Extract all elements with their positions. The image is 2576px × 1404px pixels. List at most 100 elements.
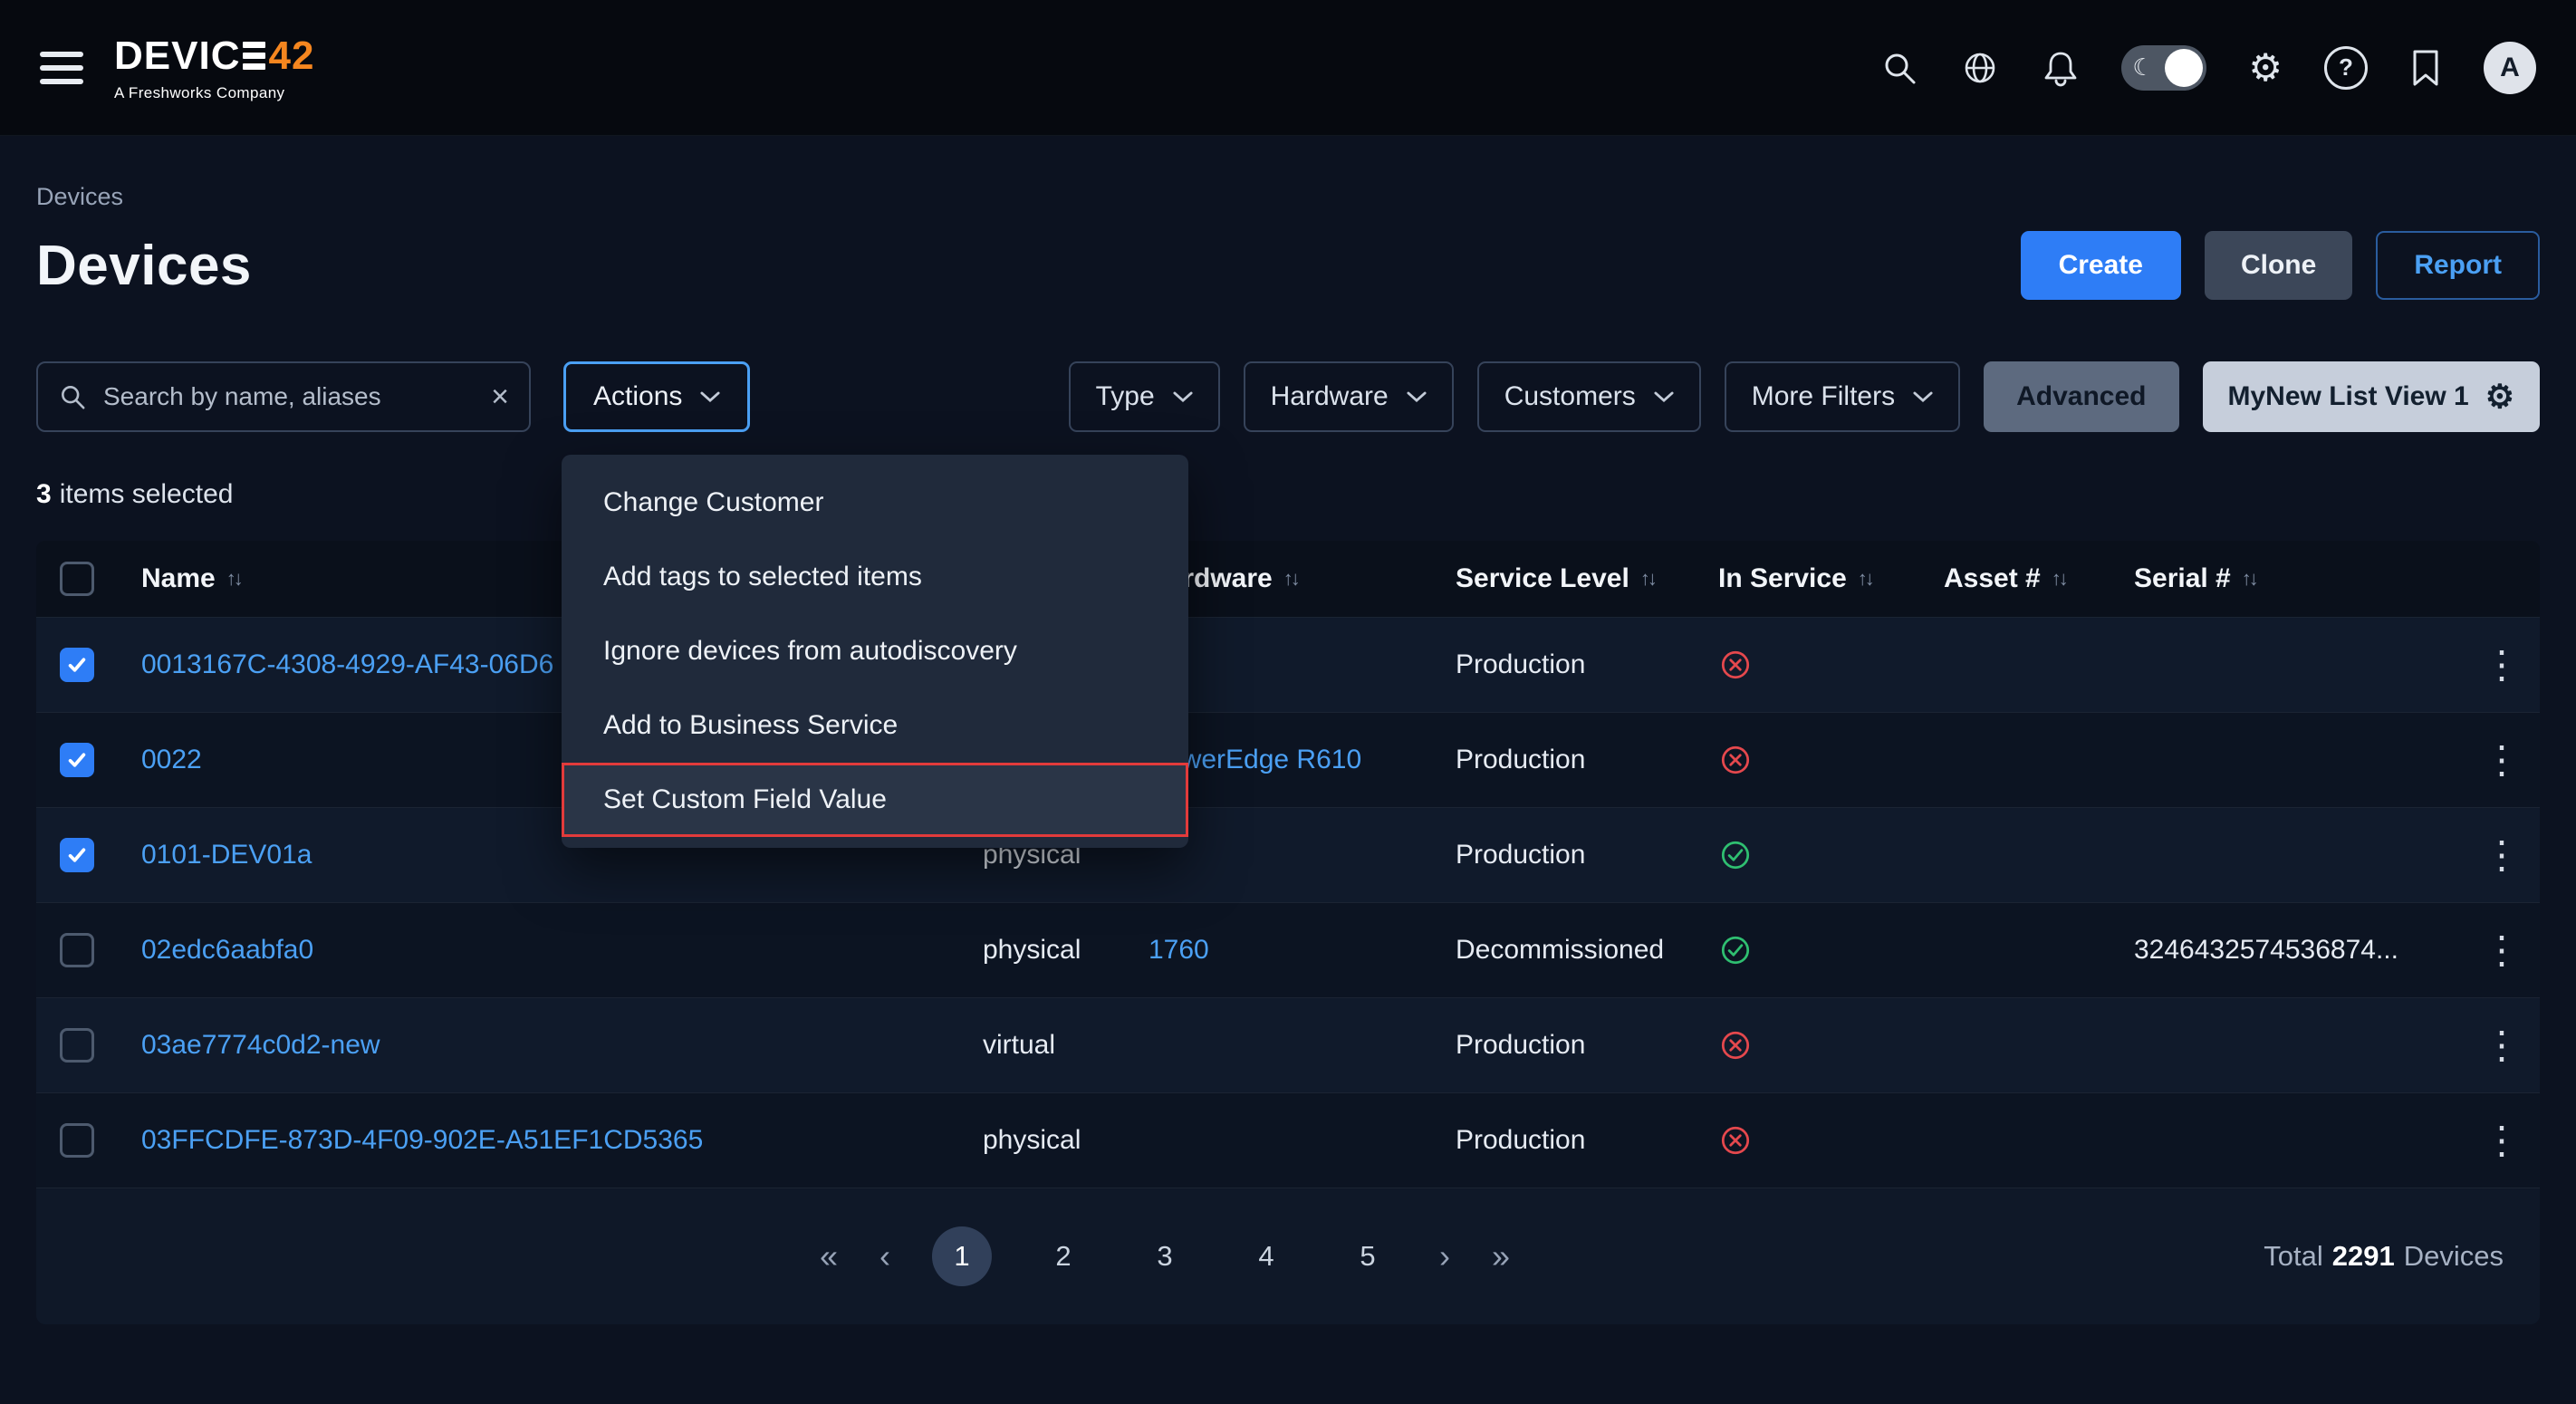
user-avatar[interactable]: A	[2484, 42, 2536, 94]
table-row: 0013167C-4308-4929-AF43-06D6Production⋮	[36, 617, 2540, 712]
filter-dropdown-more-filters[interactable]: More Filters	[1725, 361, 1960, 432]
column-header-in-service[interactable]: In Service↑↓	[1718, 563, 1944, 594]
menu-item-set-custom-field-value[interactable]: Set Custom Field Value	[562, 763, 1188, 837]
select-all-checkbox[interactable]	[60, 562, 94, 596]
theme-toggle[interactable]: ☾	[2121, 45, 2206, 91]
brand-pre: DEVIC	[114, 34, 240, 79]
notifications-bell-icon[interactable]	[2042, 48, 2080, 88]
chevron-down-icon	[1654, 391, 1674, 403]
row-actions-kebab[interactable]: ⋮	[2483, 931, 2521, 969]
previous-page-button[interactable]: ‹	[879, 1237, 890, 1275]
row-checkbox[interactable]	[60, 1123, 94, 1158]
table-row: 03FFCDFE-873D-4F09-902E-A51EF1CD5365phys…	[36, 1092, 2540, 1188]
sort-icon: ↑↓	[226, 567, 241, 591]
device-name-link[interactable]: 03ae7774c0d2-new	[141, 1030, 380, 1061]
menu-item-add-to-business-service[interactable]: Add to Business Service	[562, 688, 1188, 763]
search-input[interactable]	[101, 381, 491, 412]
row-actions-kebab[interactable]: ⋮	[2483, 646, 2521, 684]
last-page-button[interactable]: »	[1492, 1237, 1510, 1275]
column-header-serial[interactable]: Serial #↑↓	[2134, 563, 2464, 594]
logo[interactable]: DEVIC 42 A Freshworks Company	[114, 34, 314, 102]
page-title: Devices	[36, 234, 252, 298]
total-prefix: Total	[2264, 1240, 2322, 1272]
brand-tagline: A Freshworks Company	[114, 84, 314, 102]
row-checkbox[interactable]	[60, 838, 94, 872]
app: DEVIC 42 A Freshworks Company ☾ ⚙	[0, 0, 2576, 1404]
moon-icon: ☾	[2132, 53, 2153, 82]
advanced-button[interactable]: Advanced	[1984, 361, 2178, 432]
sort-icon: ↑↓	[1858, 567, 1872, 591]
page-5-button[interactable]: 5	[1338, 1226, 1398, 1286]
device-type: virtual	[983, 1030, 1055, 1061]
menu-item-ignore-devices-from-autodiscovery[interactable]: Ignore devices from autodiscovery	[562, 614, 1188, 688]
chevron-down-icon	[700, 391, 720, 403]
clone-button[interactable]: Clone	[2205, 231, 2352, 300]
filter-buttons: Advanced MyNew List View 1 ⚙	[1984, 361, 2540, 432]
filter-dropdown-customers[interactable]: Customers	[1477, 361, 1701, 432]
in-service-no-icon	[1718, 743, 1753, 777]
search-icon[interactable]	[1880, 49, 1918, 87]
device-name-link[interactable]: 03FFCDFE-873D-4F09-902E-A51EF1CD5365	[141, 1125, 703, 1156]
hamburger-menu-icon[interactable]	[40, 52, 83, 84]
in-service-no-icon	[1718, 648, 1753, 682]
page-2-button[interactable]: 2	[1033, 1226, 1093, 1286]
menu-item-add-tags-to-selected-items[interactable]: Add tags to selected items	[562, 540, 1188, 614]
list-view-button[interactable]: MyNew List View 1 ⚙	[2203, 361, 2541, 432]
total-number: 2291	[2332, 1240, 2395, 1272]
service-level: Production	[1456, 745, 1585, 775]
table-row: 0101-DEV01aphysicalProduction⋮	[36, 807, 2540, 902]
page-3-button[interactable]: 3	[1135, 1226, 1195, 1286]
table-row: 02edc6aabfa0physical1760Decommissioned32…	[36, 902, 2540, 997]
selection-count: 3	[36, 479, 52, 509]
column-header-hardware[interactable]: Hardware↑↓	[1149, 563, 1456, 594]
clear-search-icon[interactable]: ×	[491, 381, 509, 412]
globe-icon[interactable]	[1960, 48, 2000, 88]
actions-dropdown-button[interactable]: Actions	[563, 361, 750, 432]
device-name-link[interactable]: 0013167C-4308-4929-AF43-06D6	[141, 649, 553, 680]
column-header-service-level[interactable]: Service Level↑↓	[1456, 563, 1718, 594]
row-actions-kebab[interactable]: ⋮	[2483, 741, 2521, 779]
filter-row: × Actions Type Hardware Customers More Filt…	[36, 361, 2540, 432]
row-checkbox[interactable]	[60, 743, 94, 777]
device-name-link[interactable]: 0022	[141, 745, 202, 775]
pagination: « ‹ 12345 › »	[820, 1226, 1510, 1286]
table-row: 03ae7774c0d2-new virtual Production ⋮	[36, 997, 2540, 1092]
check-icon	[64, 652, 90, 678]
table-header-row: Name↑↓Type↑↓Hardware↑↓Service Level↑↓In …	[36, 541, 2540, 617]
topbar-icons: ☾ ⚙ ? A	[1880, 42, 2536, 94]
total-suffix: Devices	[2404, 1240, 2504, 1272]
in-service-no-icon	[1718, 1123, 1753, 1158]
row-actions-kebab[interactable]: ⋮	[2483, 836, 2521, 874]
search-box: ×	[36, 361, 531, 432]
device-name-link[interactable]: 0101-DEV01a	[141, 840, 312, 870]
sort-icon: ↑↓	[2052, 567, 2066, 591]
next-page-button[interactable]: ›	[1439, 1237, 1450, 1275]
settings-gear-icon[interactable]: ⚙	[2248, 49, 2283, 87]
report-button[interactable]: Report	[2376, 231, 2540, 300]
bookmark-icon[interactable]	[2409, 48, 2442, 88]
logo-e-icon	[243, 42, 265, 70]
actions-menu: Change CustomerAdd tags to selected item…	[562, 455, 1188, 848]
device-name-link[interactable]: 02edc6aabfa0	[141, 935, 313, 966]
create-button[interactable]: Create	[2021, 231, 2181, 300]
first-page-button[interactable]: «	[820, 1237, 838, 1275]
page-1-button[interactable]: 1	[932, 1226, 992, 1286]
column-header-asset[interactable]: Asset #↑↓	[1944, 563, 2134, 594]
device-type: physical	[983, 935, 1081, 966]
filter-dropdown-hardware[interactable]: Hardware	[1244, 361, 1454, 432]
row-checkbox[interactable]	[60, 933, 94, 967]
row-actions-kebab[interactable]: ⋮	[2483, 1026, 2521, 1064]
breadcrumb[interactable]: Devices	[36, 183, 2540, 211]
service-level: Production	[1456, 1030, 1585, 1061]
row-checkbox[interactable]	[60, 1028, 94, 1063]
devices-table: Name↑↓Type↑↓Hardware↑↓Service Level↑↓In …	[36, 541, 2540, 1324]
device-hardware-link[interactable]: 1760	[1149, 935, 1209, 966]
menu-item-change-customer[interactable]: Change Customer	[562, 466, 1188, 540]
in-service-yes-icon	[1718, 838, 1753, 872]
filter-dropdown-type[interactable]: Type	[1069, 361, 1220, 432]
row-actions-kebab[interactable]: ⋮	[2483, 1121, 2521, 1159]
help-icon[interactable]: ?	[2324, 46, 2368, 90]
row-checkbox[interactable]	[60, 648, 94, 682]
list-view-gear-icon[interactable]: ⚙	[2485, 380, 2514, 413]
page-4-button[interactable]: 4	[1236, 1226, 1296, 1286]
